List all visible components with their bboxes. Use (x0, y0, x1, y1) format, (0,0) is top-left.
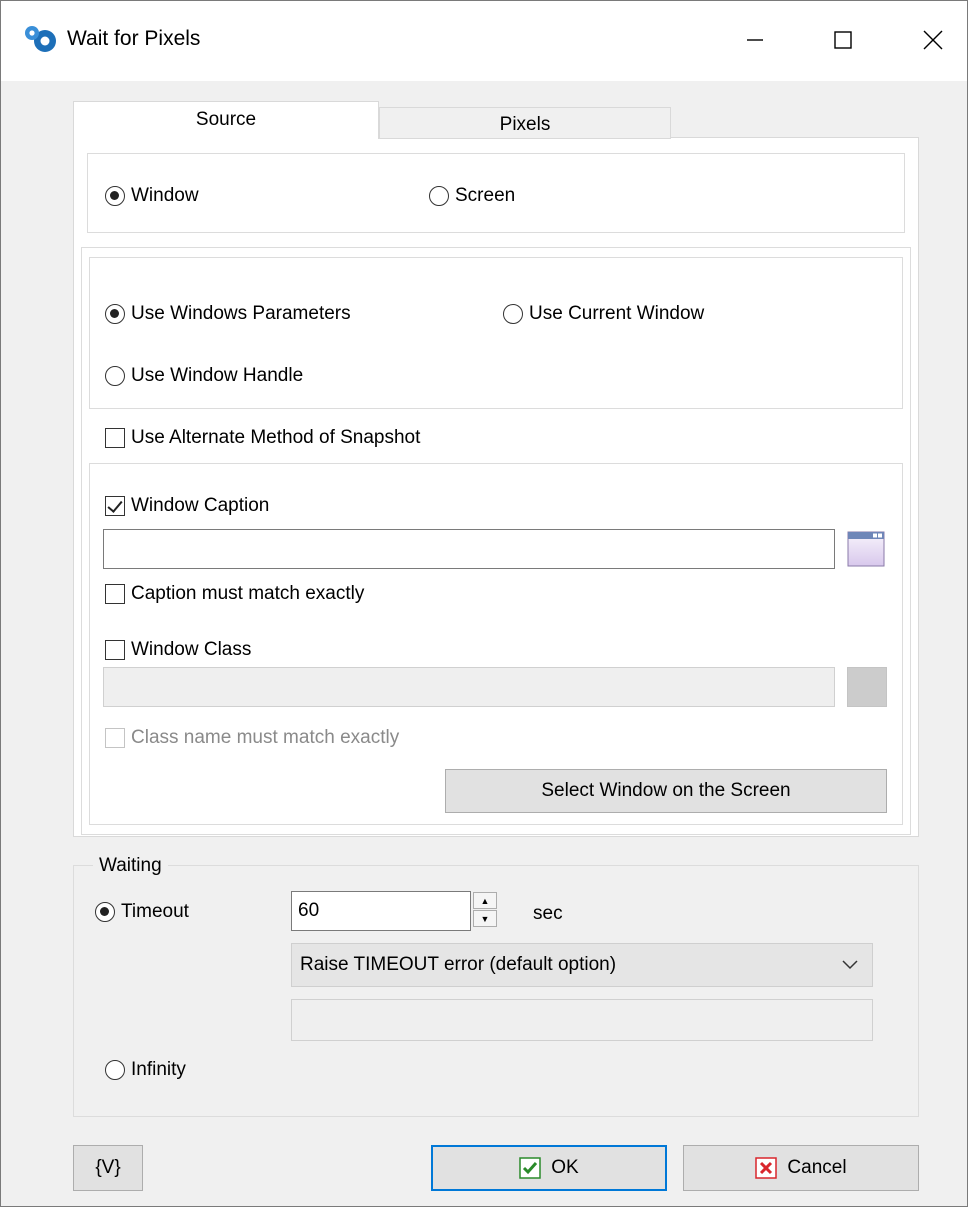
maximize-button[interactable] (813, 15, 873, 65)
use-windows-parameters-radio[interactable]: Use Windows Parameters (105, 303, 351, 325)
checkbox-unchecked-icon (105, 640, 125, 660)
class-match-exactly-label: Class name must match exactly (131, 727, 400, 748)
use-alternate-method-checkbox[interactable]: Use Alternate Method of Snapshot (105, 427, 420, 449)
cancel-button-label: Cancel (787, 1157, 847, 1178)
minimize-button[interactable] (725, 15, 785, 65)
caption-match-exactly-checkbox[interactable]: Caption must match exactly (105, 583, 364, 605)
ok-button-label: OK (551, 1157, 579, 1178)
app-gear-icon (23, 23, 59, 55)
radio-unchecked-icon (105, 1060, 125, 1080)
timeout-radio[interactable]: Timeout (95, 901, 189, 923)
check-icon (519, 1157, 542, 1179)
use-alternate-method-label: Use Alternate Method of Snapshot (131, 427, 421, 448)
window-picker-icon (847, 531, 885, 567)
dialog-window: Wait for Pixels Source Pixels Window Scr… (0, 0, 968, 1207)
caption-match-exactly-label: Caption must match exactly (131, 583, 365, 604)
cancel-x-icon (755, 1157, 778, 1179)
checkbox-unchecked-icon (105, 584, 125, 604)
cancel-button[interactable]: Cancel (683, 1145, 919, 1191)
use-window-handle-radio[interactable]: Use Window Handle (105, 365, 303, 387)
window-title: Wait for Pixels (67, 27, 201, 50)
timeout-extra-input[interactable] (291, 999, 873, 1041)
timeout-label: Timeout (121, 901, 189, 922)
infinity-label: Infinity (131, 1059, 186, 1080)
ok-button[interactable]: OK (431, 1145, 667, 1191)
checkbox-unchecked-icon (105, 428, 125, 448)
window-radio-label: Window (131, 185, 199, 206)
window-radio[interactable]: Window (105, 185, 199, 207)
window-class-label: Window Class (131, 639, 252, 660)
spin-up-icon[interactable]: ▲ (473, 892, 497, 909)
tab-source[interactable]: Source (73, 101, 379, 139)
window-class-input[interactable] (103, 667, 835, 707)
use-current-window-radio[interactable]: Use Current Window (503, 303, 704, 325)
window-caption-checkbox[interactable]: Window Caption (105, 495, 269, 517)
title-bar: Wait for Pixels (1, 1, 967, 81)
select-window-on-screen-button[interactable]: Select Window on the Screen (445, 769, 887, 813)
infinity-radio[interactable]: Infinity (105, 1059, 186, 1081)
window-picker-button[interactable] (847, 531, 885, 567)
timeout-spinner[interactable]: ▲ ▼ (473, 891, 501, 929)
radio-unchecked-icon (429, 186, 449, 206)
spin-down-icon[interactable]: ▼ (473, 910, 497, 927)
radio-checked-icon (95, 902, 115, 922)
class-picker-button[interactable] (847, 667, 887, 707)
class-match-exactly-checkbox[interactable]: Class name must match exactly (105, 727, 399, 749)
window-caption-input[interactable] (103, 529, 835, 569)
minimize-icon (747, 39, 763, 41)
window-class-checkbox[interactable]: Window Class (105, 639, 251, 661)
timeout-action-select[interactable]: Raise TIMEOUT error (default option) (291, 943, 873, 987)
chevron-down-icon (842, 960, 858, 970)
window-caption-label: Window Caption (131, 495, 270, 516)
use-windows-parameters-label: Use Windows Parameters (131, 303, 351, 324)
timeout-unit: sec (533, 903, 563, 924)
use-current-window-label: Use Current Window (529, 303, 705, 324)
maximize-icon (834, 31, 852, 49)
use-window-handle-label: Use Window Handle (131, 365, 304, 386)
variables-button[interactable]: {V} (73, 1145, 143, 1191)
tab-pixels[interactable]: Pixels (379, 107, 671, 139)
waiting-legend: Waiting (93, 855, 168, 877)
timeout-action-value: Raise TIMEOUT error (default option) (300, 954, 617, 975)
radio-checked-icon (105, 186, 125, 206)
checkbox-checked-icon (105, 496, 125, 516)
radio-unchecked-icon (503, 304, 523, 324)
close-button[interactable] (903, 15, 963, 65)
screen-radio[interactable]: Screen (429, 185, 515, 207)
radio-unchecked-icon (105, 366, 125, 386)
timeout-input[interactable] (291, 891, 471, 931)
checkbox-disabled-icon (105, 728, 125, 748)
radio-checked-icon (105, 304, 125, 324)
close-icon (923, 30, 943, 50)
screen-radio-label: Screen (455, 185, 516, 206)
